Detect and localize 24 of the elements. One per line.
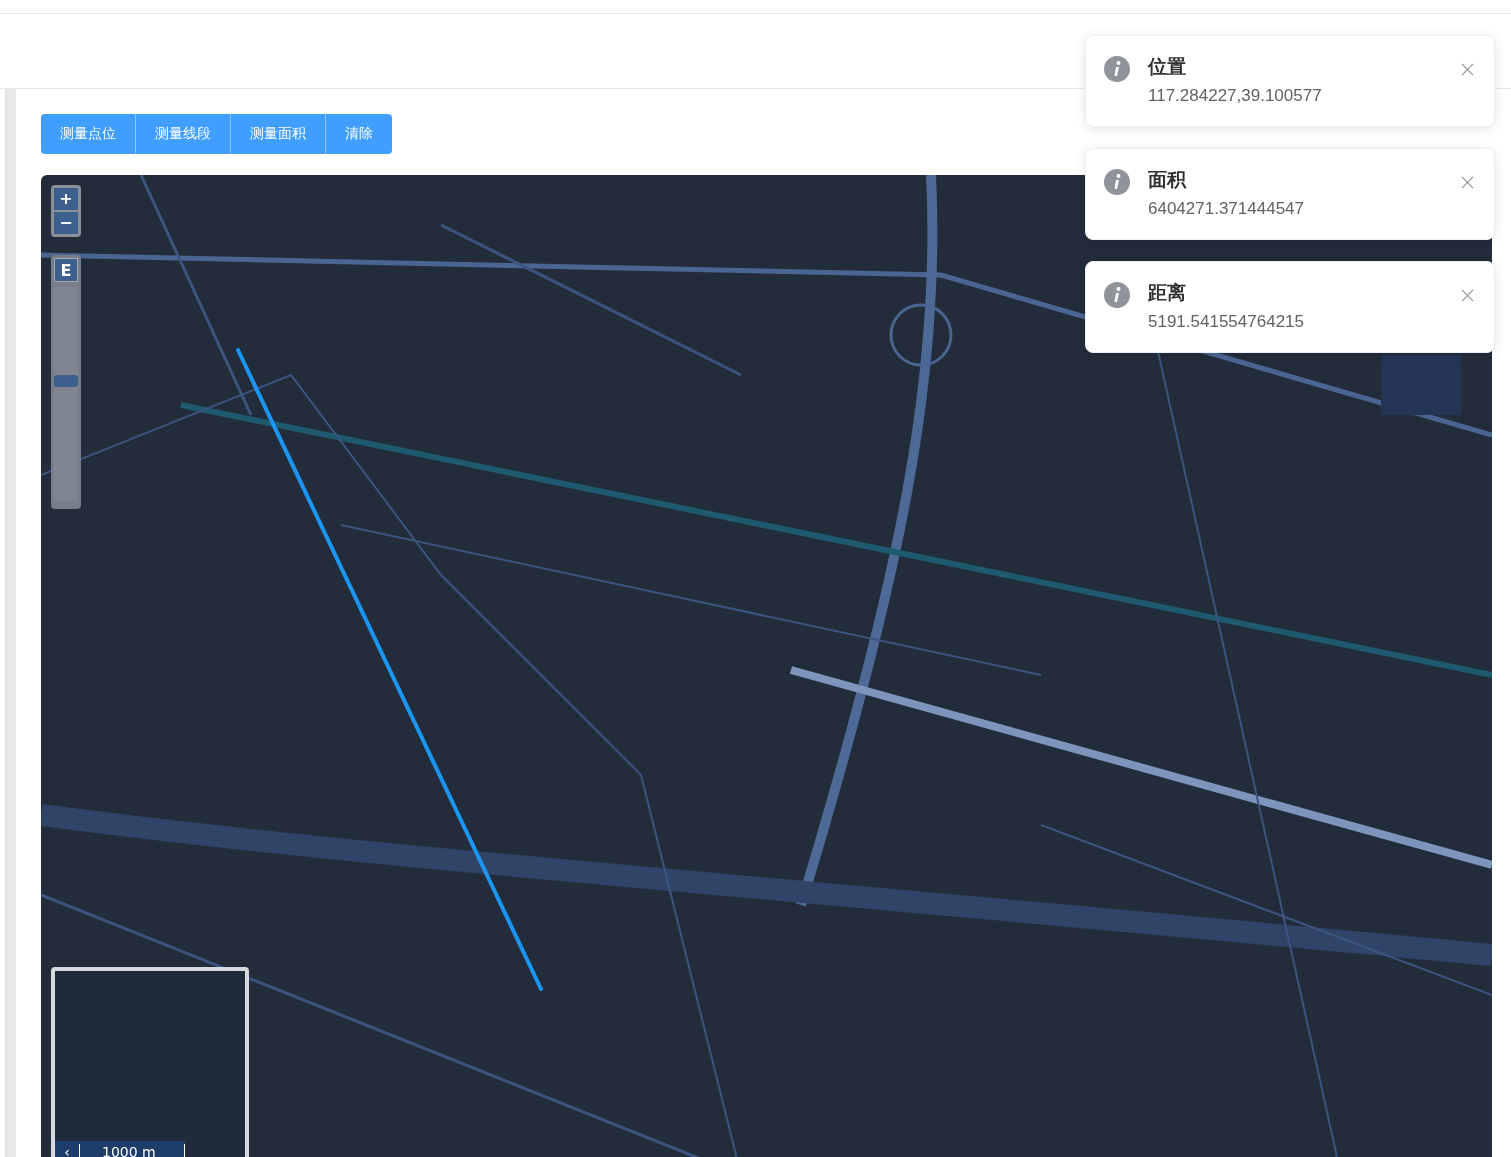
notification-message: 5191.541554764215 [1148, 312, 1305, 332]
zoom-slider[interactable] [54, 287, 78, 501]
info-icon [1103, 168, 1131, 196]
notification-message: 117.284227,39.100577 [1148, 86, 1323, 106]
toolbar-button[interactable]: 测量点位 [41, 114, 136, 154]
zoom-out-button[interactable]: − [54, 212, 78, 234]
info-icon [1103, 281, 1131, 309]
toolbar-button[interactable]: 测量线段 [136, 114, 231, 154]
notification-title: 距离 [1148, 280, 1187, 305]
info-icon [1103, 55, 1131, 83]
zoom-in-button[interactable]: + [54, 188, 78, 210]
zoom-level-label: E [54, 258, 78, 282]
overview-toggle[interactable]: ‹ [55, 1143, 79, 1157]
notification-message: 6404271.371444547 [1148, 199, 1305, 219]
close-icon[interactable] [1461, 289, 1474, 302]
close-icon[interactable] [1461, 176, 1474, 189]
toolbar-button[interactable]: 测量面积 [231, 114, 326, 154]
close-icon[interactable] [1461, 63, 1474, 76]
slider-thumb[interactable] [54, 375, 78, 388]
scrollbar[interactable] [5, 89, 16, 1157]
scale-label: 1000 m [79, 1144, 185, 1157]
notification-title: 面积 [1148, 167, 1188, 192]
notification-title: 位置 [1148, 54, 1187, 79]
toolbar-button[interactable]: 清除 [326, 114, 392, 154]
